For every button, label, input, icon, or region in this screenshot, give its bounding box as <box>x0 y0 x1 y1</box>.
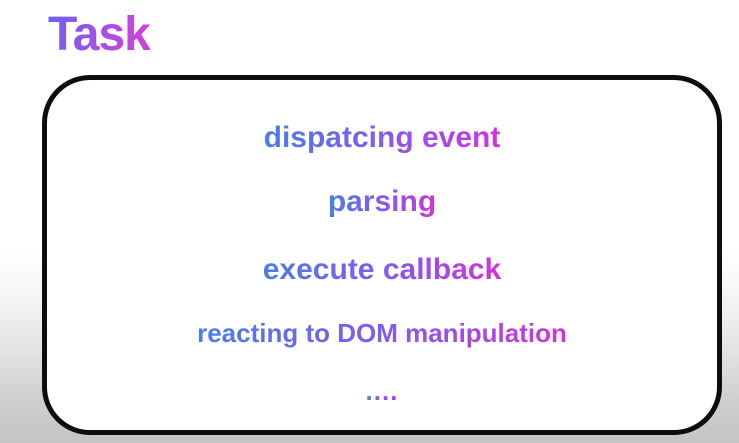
task-item-label: execute callback <box>263 250 502 290</box>
task-item: reacting to DOM manipulation <box>47 315 717 351</box>
task-item: execute callback <box>47 250 717 290</box>
task-item-ellipsis: .... <box>47 376 717 406</box>
task-item-label: dispatcing event <box>264 118 501 158</box>
task-item: dispatcing event <box>47 118 717 158</box>
task-box: dispatcing event parsing execute callbac… <box>42 75 722 435</box>
ellipsis-label: .... <box>365 376 399 406</box>
task-item: parsing <box>47 182 717 222</box>
slide-title: Task <box>48 6 151 64</box>
task-item-label: parsing <box>328 182 436 222</box>
task-item-label: reacting to DOM manipulation <box>197 315 567 351</box>
